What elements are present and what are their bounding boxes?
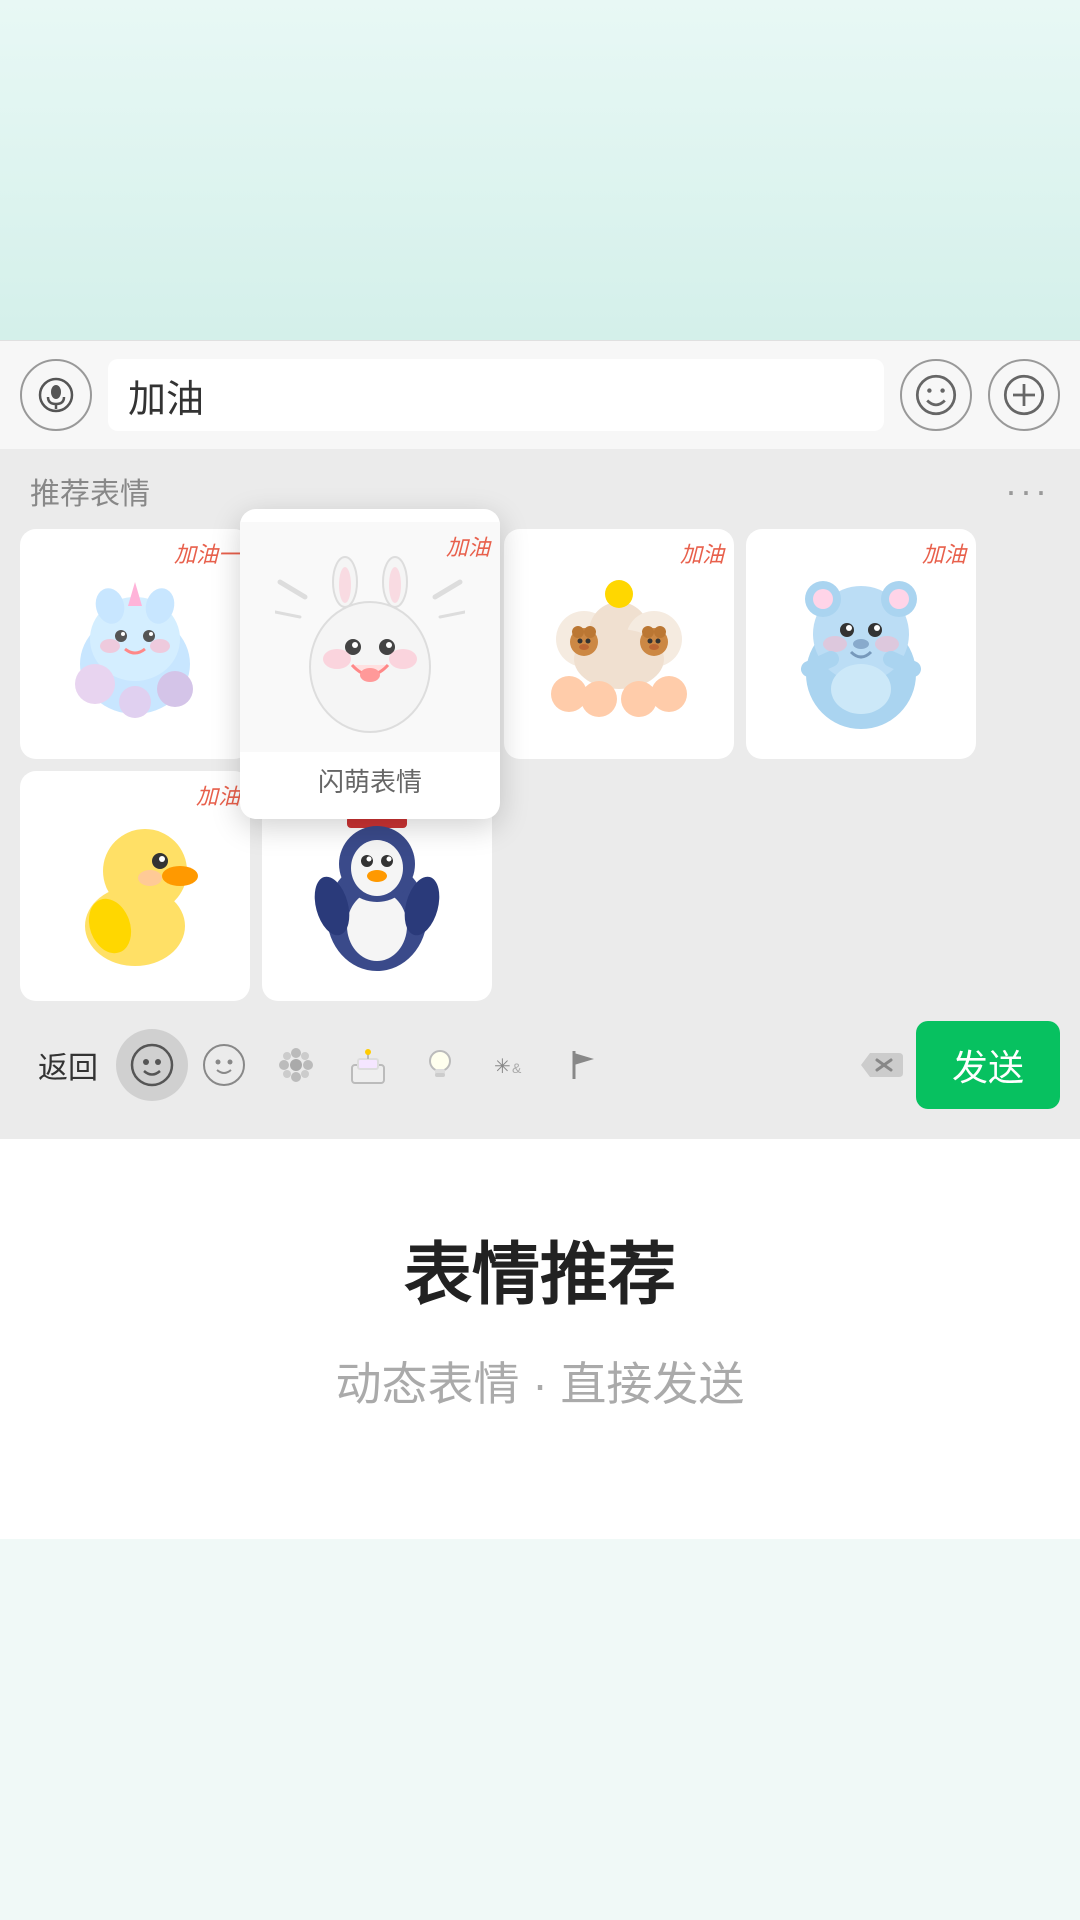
sticker-toolbar: 返回 [0,1001,1080,1139]
toolbar-special-icon[interactable]: ✳ & [476,1029,548,1101]
promo-title: 表情推荐 [404,1219,676,1318]
promo-section: 表情推荐 动态表情 · 直接发送 [0,1139,1080,1539]
sticker-header-label: 推荐表情 [30,469,150,513]
toolbar-flag-icon[interactable] [548,1029,620,1101]
keyboard-panel: 推荐表情 ··· 加油一 [0,340,1080,1139]
message-input[interactable] [108,359,884,431]
sticker-item-1[interactable]: 加油一 [20,529,250,759]
sticker-more-button[interactable]: ··· [1005,470,1050,512]
sticker-popup-image: 加油 [240,522,500,752]
input-bar [0,341,1080,449]
sticker-item-4[interactable]: 加油 [504,529,734,759]
sticker-item-6[interactable]: 加油 [20,771,250,1001]
svg-text:✳: ✳ [494,1056,511,1078]
sticker-popup[interactable]: 加油 [240,509,500,819]
chat-background [0,0,1080,340]
promo-subtitle: 动态表情 · 直接发送 [336,1348,745,1414]
toolbar-emoji-icon[interactable] [188,1029,260,1101]
delete-button[interactable] [844,1029,916,1101]
toolbar-sticker-icon[interactable] [116,1029,188,1101]
back-button[interactable]: 返回 [20,1033,116,1097]
sticker-header: 推荐表情 ··· [0,449,1080,529]
svg-text:&: & [512,1060,522,1076]
emoji-button[interactable] [900,359,972,431]
toolbar-cake-icon[interactable] [332,1029,404,1101]
plus-button[interactable] [988,359,1060,431]
voice-button[interactable] [20,359,92,431]
sticker-grid: 加油一 [0,529,1080,1001]
toolbar-flower-icon[interactable] [260,1029,332,1101]
sticker-panel: 推荐表情 ··· 加油一 [0,449,1080,1139]
send-button[interactable]: 发送 [916,1021,1060,1109]
sticker-popup-name: 闪萌表情 [318,752,422,807]
toolbar-bulb-icon[interactable] [404,1029,476,1101]
sticker-item-5[interactable]: 加油 [746,529,976,759]
